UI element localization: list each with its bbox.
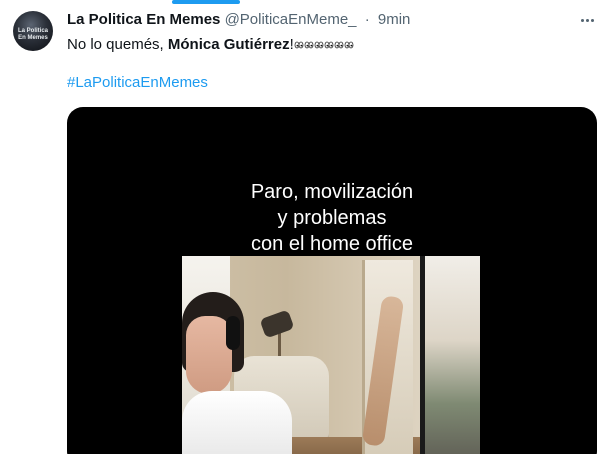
more-horizontal-icon: [585, 18, 589, 22]
video-caption-line-2: y problemas: [277, 207, 387, 229]
tweet-text-name: Mónica Gutiérrez: [167, 36, 290, 53]
more-options-button[interactable]: [577, 10, 597, 30]
video-scene-headphones: [226, 316, 240, 350]
eyes-emoji-group: [294, 36, 354, 53]
video-caption-line-1: Paro, movilización: [250, 181, 414, 203]
video-caption: Paro, movilización y problemas con el ho…: [67, 179, 597, 257]
video-media[interactable]: Paro, movilización y problemas con el ho…: [67, 107, 597, 454]
tweet-body: La Politica En Memes @PoliticaEnMeme_ · …: [67, 10, 597, 93]
video-frame: [182, 256, 480, 454]
eyes-icon: [334, 36, 344, 49]
video-scene-side-panel: [425, 256, 480, 454]
avatar-logo-text: La Politica En Memes: [17, 28, 48, 41]
video-caption-line-3: con el home office: [251, 233, 413, 255]
tweet-page: La Politica En Memes La Politica En Meme…: [0, 0, 610, 454]
separator-dot: ·: [364, 11, 370, 28]
user-handle[interactable]: @PoliticaEnMeme_: [225, 11, 357, 28]
tweet-header: La Politica En Memes @PoliticaEnMeme_ · …: [67, 10, 597, 30]
video-scene-person-shirt: [182, 391, 292, 454]
eyes-icon: [344, 36, 354, 49]
more-horizontal-icon: [590, 18, 594, 22]
more-horizontal-icon: [580, 18, 584, 22]
eyes-icon: [294, 36, 304, 49]
eyes-icon: [304, 36, 314, 49]
active-tab-indicator: [172, 0, 240, 4]
avatar[interactable]: La Politica En Memes: [13, 11, 53, 51]
tweet-text: No lo quemés, Mónica Gutiérrez!: [67, 35, 597, 55]
eyes-icon: [314, 36, 324, 49]
display-name[interactable]: La Politica En Memes: [67, 11, 220, 28]
tweet-text-prefix: No lo quemés,: [67, 36, 168, 53]
hashtag-link[interactable]: #LaPoliticaEnMemes: [67, 73, 208, 93]
eyes-icon: [324, 36, 334, 49]
tweet-timestamp[interactable]: 9min: [378, 11, 411, 28]
